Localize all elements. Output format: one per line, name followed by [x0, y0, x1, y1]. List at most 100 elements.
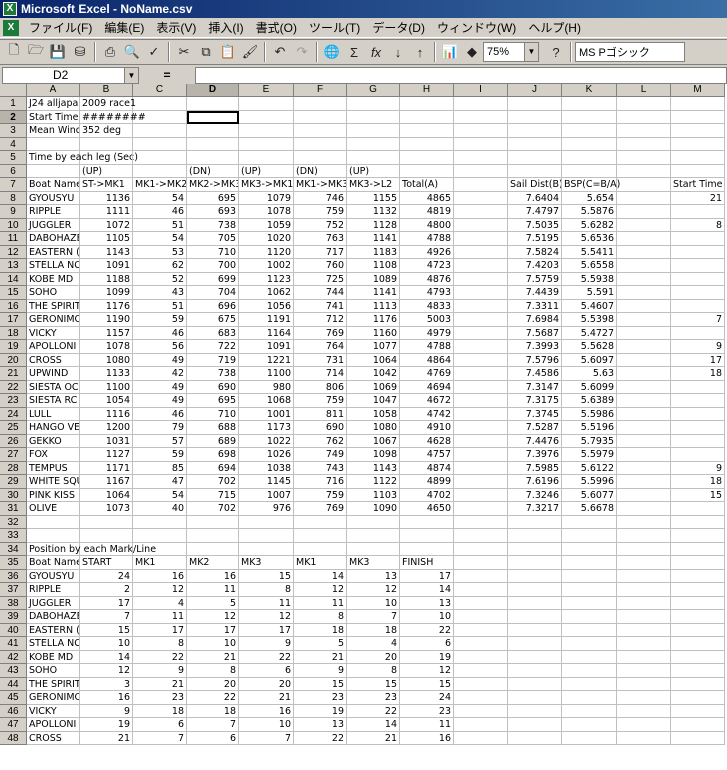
cell-l22[interactable]	[617, 380, 671, 394]
cell-c3[interactable]	[133, 124, 187, 138]
cell-b29[interactable]: 1167	[80, 475, 133, 489]
cell-b46[interactable]: 9	[80, 704, 133, 718]
cell-k32[interactable]	[562, 515, 617, 529]
cell-m25[interactable]	[671, 421, 725, 435]
cell-j6[interactable]	[508, 164, 562, 178]
cell-e38[interactable]: 11	[239, 596, 294, 610]
function-icon[interactable]: fx	[365, 41, 387, 63]
cell-c10[interactable]: 51	[133, 218, 187, 232]
cell-l36[interactable]	[617, 569, 671, 583]
cell-c29[interactable]: 47	[133, 475, 187, 489]
cell-l19[interactable]	[617, 340, 671, 354]
cell-k1[interactable]	[562, 97, 617, 111]
cell-b16[interactable]: 1176	[80, 299, 133, 313]
cell-l23[interactable]	[617, 394, 671, 408]
save-icon[interactable]: 💾	[47, 41, 69, 63]
cell-j2[interactable]	[508, 110, 562, 124]
cell-j43[interactable]	[508, 664, 562, 678]
cell-m40[interactable]	[671, 623, 725, 637]
cell-c28[interactable]: 85	[133, 461, 187, 475]
cell-c7[interactable]: MK1->MK2	[133, 178, 187, 192]
cell-b26[interactable]: 1031	[80, 434, 133, 448]
cell-d13[interactable]: 700	[187, 259, 239, 273]
cell-d48[interactable]: 6	[187, 731, 239, 745]
cell-d34[interactable]	[187, 542, 239, 556]
cell-k14[interactable]: 5.5938	[562, 272, 617, 286]
cell-i40[interactable]	[454, 623, 508, 637]
cell-h16[interactable]: 4833	[400, 299, 454, 313]
formula-input[interactable]	[195, 66, 727, 84]
cell-g39[interactable]: 7	[347, 610, 400, 624]
cell-l2[interactable]	[617, 110, 671, 124]
cell-k40[interactable]	[562, 623, 617, 637]
cell-l15[interactable]	[617, 286, 671, 300]
cell-j3[interactable]	[508, 124, 562, 138]
print-icon[interactable]: ⎙	[99, 41, 121, 63]
cell-f39[interactable]: 8	[294, 610, 347, 624]
cell-h23[interactable]: 4672	[400, 394, 454, 408]
cell-b7[interactable]: ST->MK1	[80, 178, 133, 192]
cell-c11[interactable]: 54	[133, 232, 187, 246]
cell-f26[interactable]: 762	[294, 434, 347, 448]
cell-b41[interactable]: 10	[80, 637, 133, 651]
cell-i10[interactable]	[454, 218, 508, 232]
cell-g14[interactable]: 1089	[347, 272, 400, 286]
cell-j14[interactable]: 7.5759	[508, 272, 562, 286]
cell-h46[interactable]: 23	[400, 704, 454, 718]
cell-e16[interactable]: 1056	[239, 299, 294, 313]
cell-c8[interactable]: 54	[133, 191, 187, 205]
cell-i9[interactable]	[454, 205, 508, 219]
column-header-e[interactable]: E	[239, 84, 294, 97]
cell-i19[interactable]	[454, 340, 508, 354]
cell-k27[interactable]: 5.5979	[562, 448, 617, 462]
cell-h21[interactable]: 4769	[400, 367, 454, 381]
cell-k21[interactable]: 5.63	[562, 367, 617, 381]
cell-e40[interactable]: 17	[239, 623, 294, 637]
cell-f33[interactable]	[294, 529, 347, 543]
cell-h43[interactable]: 12	[400, 664, 454, 678]
cell-l12[interactable]	[617, 245, 671, 259]
cell-m23[interactable]	[671, 394, 725, 408]
cell-c6[interactable]	[133, 164, 187, 178]
menu-format[interactable]: 書式(O)	[250, 19, 303, 36]
cell-a7[interactable]: Boat Name	[27, 178, 80, 192]
cell-i39[interactable]	[454, 610, 508, 624]
cell-i27[interactable]	[454, 448, 508, 462]
cell-e24[interactable]: 1001	[239, 407, 294, 421]
cell-g7[interactable]: MK3->L2	[347, 178, 400, 192]
cell-e23[interactable]: 1068	[239, 394, 294, 408]
cell-g42[interactable]: 20	[347, 650, 400, 664]
cell-a2[interactable]: Start Time	[27, 110, 80, 124]
cell-i11[interactable]	[454, 232, 508, 246]
name-box[interactable]: D2 ▼	[2, 66, 139, 84]
cell-b8[interactable]: 1136	[80, 191, 133, 205]
cell-k12[interactable]: 5.5411	[562, 245, 617, 259]
cell-h13[interactable]: 4723	[400, 259, 454, 273]
cell-a6[interactable]	[27, 164, 80, 178]
menu-view[interactable]: 表示(V)	[150, 19, 202, 36]
cell-m42[interactable]	[671, 650, 725, 664]
cell-g23[interactable]: 1047	[347, 394, 400, 408]
column-header-k[interactable]: K	[562, 84, 617, 97]
cell-e11[interactable]: 1020	[239, 232, 294, 246]
cell-d35[interactable]: MK2	[187, 556, 239, 570]
column-header-j[interactable]: J	[508, 84, 562, 97]
cell-j4[interactable]	[508, 137, 562, 151]
cell-m39[interactable]	[671, 610, 725, 624]
cell-b33[interactable]	[80, 529, 133, 543]
cell-d15[interactable]: 704	[187, 286, 239, 300]
row-header[interactable]: 23	[0, 394, 27, 408]
cell-f48[interactable]: 22	[294, 731, 347, 745]
row-header[interactable]: 3	[0, 124, 27, 138]
cell-k17[interactable]: 5.5398	[562, 313, 617, 327]
cell-g44[interactable]: 15	[347, 677, 400, 691]
column-header-l[interactable]: L	[617, 84, 671, 97]
cell-j17[interactable]: 7.6984	[508, 313, 562, 327]
cell-l24[interactable]	[617, 407, 671, 421]
cell-m47[interactable]	[671, 718, 725, 732]
cell-e33[interactable]	[239, 529, 294, 543]
cell-g35[interactable]: MK3	[347, 556, 400, 570]
cell-f47[interactable]: 13	[294, 718, 347, 732]
cell-j24[interactable]: 7.3745	[508, 407, 562, 421]
cell-f4[interactable]	[294, 137, 347, 151]
